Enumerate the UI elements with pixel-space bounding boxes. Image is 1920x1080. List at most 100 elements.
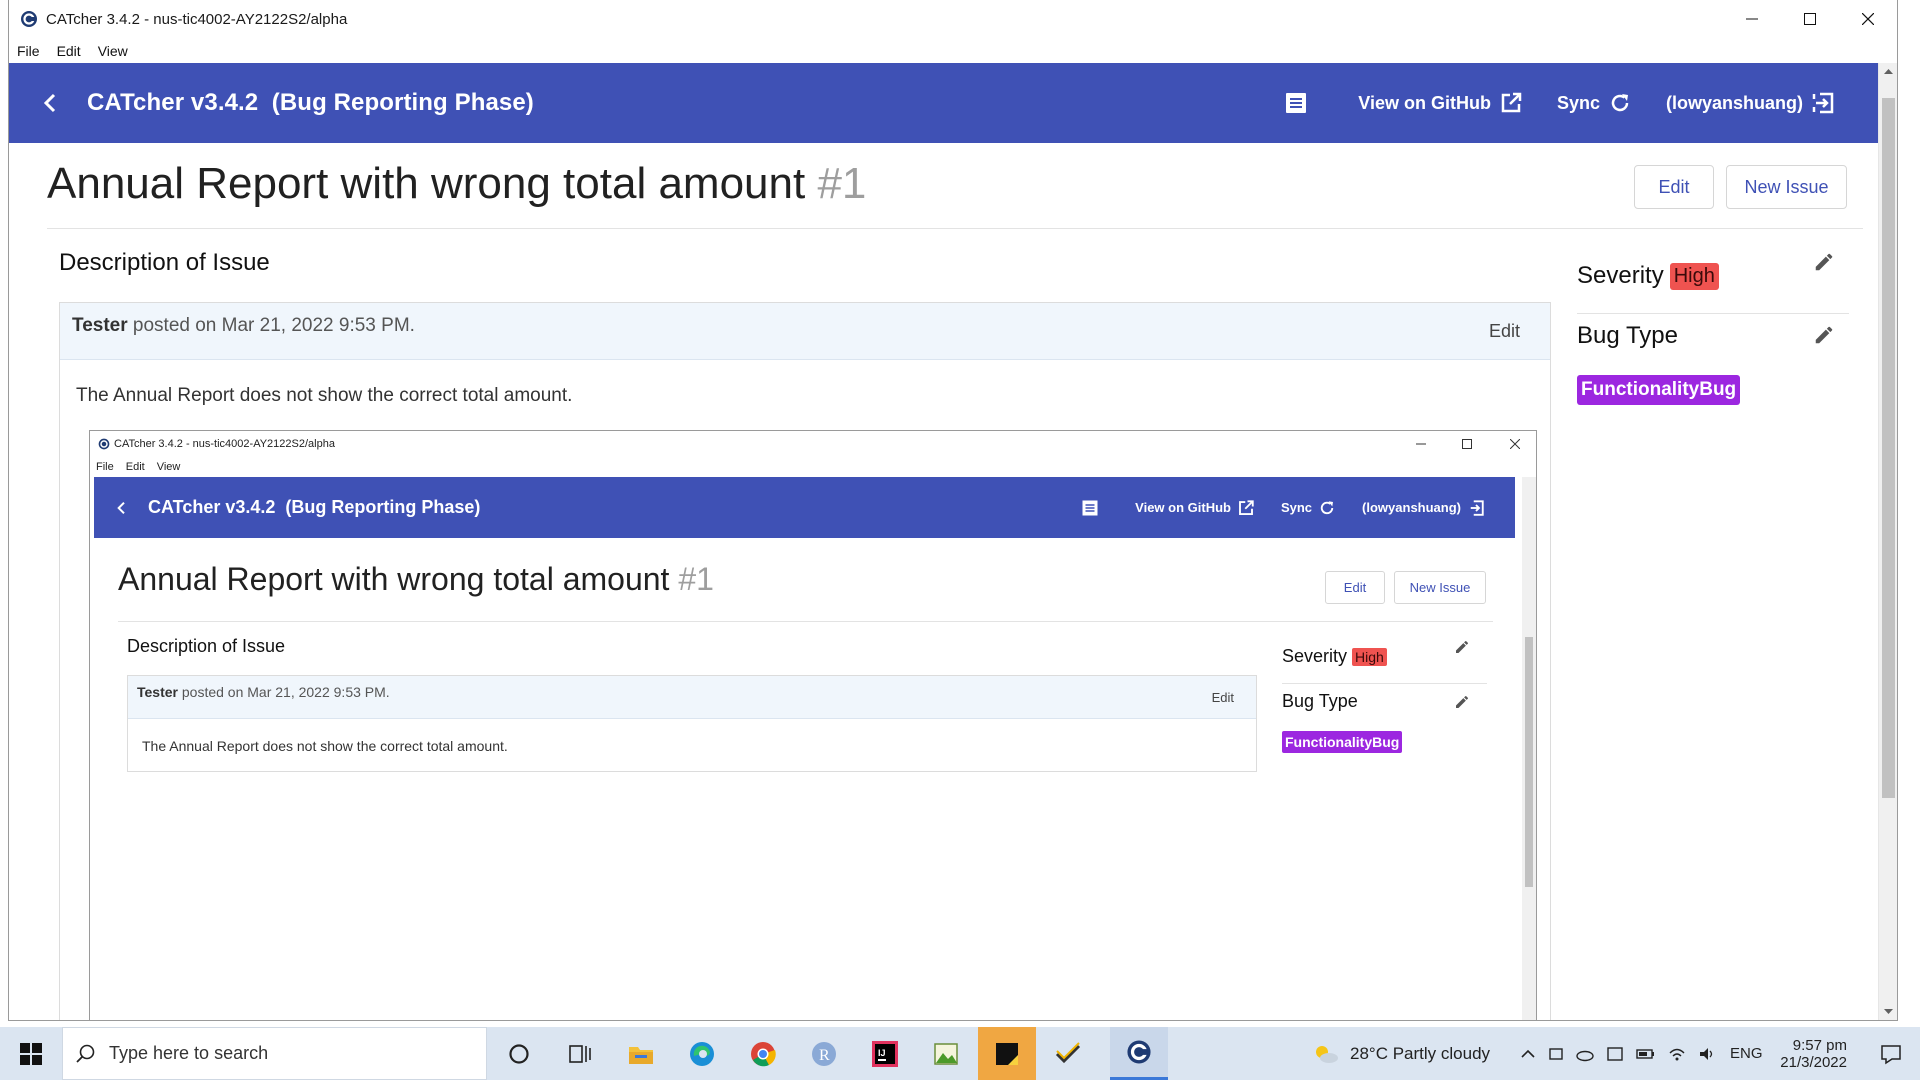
comment-author: Tester bbox=[72, 315, 128, 336]
back-arrow-icon[interactable] bbox=[39, 91, 63, 115]
taskbar-search-box[interactable]: Type here to search bbox=[62, 1027, 487, 1080]
screenshot-edit-button: Edit bbox=[1325, 571, 1385, 604]
sticky-note-icon bbox=[996, 1042, 1018, 1065]
r-circle-icon: R bbox=[812, 1041, 836, 1066]
comment-posted: posted on Mar 21, 2022 9:53 PM. bbox=[132, 315, 415, 336]
edge-button[interactable] bbox=[673, 1027, 731, 1080]
screenshot-scrollbar-thumb bbox=[1525, 637, 1533, 887]
main-scrollbar[interactable] bbox=[1878, 63, 1897, 1020]
edit-bug-type-pencil-icon[interactable] bbox=[1813, 324, 1835, 346]
edit-comment-button[interactable]: Edit bbox=[1489, 321, 1520, 342]
minimize-icon bbox=[1746, 18, 1758, 20]
close-button[interactable] bbox=[1839, 0, 1897, 38]
clock-time: 9:57 pm bbox=[1792, 1036, 1847, 1054]
task-view-button[interactable] bbox=[551, 1027, 609, 1080]
screenshot-comment-edit: Edit bbox=[1211, 690, 1234, 705]
onedrive-cloud-icon[interactable] bbox=[1576, 1046, 1594, 1062]
exit-icon bbox=[1470, 499, 1484, 516]
intellij-button[interactable]: IJ bbox=[856, 1027, 914, 1080]
catcher-taskbar-button[interactable] bbox=[1110, 1027, 1168, 1080]
issue-title: Annual Report with wrong total amount #1 bbox=[47, 159, 866, 209]
pencil-icon bbox=[1456, 695, 1469, 708]
screenshot-issue-title-text: Annual Report with wrong total amount bbox=[118, 561, 670, 597]
security-icon[interactable] bbox=[1606, 1046, 1624, 1062]
catcher-window: CATcher 3.4.2 - nus-tic4002-AY2122S2/alp… bbox=[8, 0, 1898, 1021]
notification-icon bbox=[1881, 1044, 1901, 1064]
description-heading: Description of Issue bbox=[59, 249, 270, 276]
screenshot-sync: Sync bbox=[1281, 499, 1336, 517]
maximize-icon bbox=[1804, 13, 1816, 25]
screenshot-bug-type-label: Bug Type bbox=[1282, 691, 1358, 711]
severity-row: Severity High bbox=[1577, 262, 1719, 290]
open-in-new-icon bbox=[1501, 92, 1522, 113]
new-issue-button[interactable]: New Issue bbox=[1726, 165, 1847, 209]
maximize-button[interactable] bbox=[1781, 0, 1839, 38]
edit-severity-pencil-icon[interactable] bbox=[1813, 251, 1835, 273]
sticky-notes-button[interactable] bbox=[978, 1027, 1036, 1080]
screenshot-comment-meta: Tester posted on Mar 21, 2022 9:53 PM. bbox=[137, 684, 390, 700]
cortana-button[interactable] bbox=[490, 1027, 548, 1080]
weather-widget[interactable]: 28°C Partly cloudy bbox=[1312, 1027, 1490, 1080]
title-divider bbox=[47, 228, 1863, 229]
battery-icon[interactable] bbox=[1636, 1046, 1656, 1062]
screenshot-view-github: View on GitHub bbox=[1135, 499, 1255, 517]
screenshot-list-icon-wrap bbox=[1075, 499, 1099, 517]
start-button[interactable] bbox=[2, 1027, 60, 1080]
file-explorer-button[interactable] bbox=[612, 1027, 670, 1080]
exit-icon bbox=[1812, 92, 1834, 114]
speaker-icon[interactable] bbox=[1698, 1046, 1716, 1062]
close-icon bbox=[1510, 439, 1520, 449]
menu-edit[interactable]: Edit bbox=[57, 43, 81, 59]
catcher-app-icon bbox=[1127, 1040, 1151, 1064]
intellij-icon: IJ bbox=[872, 1040, 898, 1067]
system-tray-icons: ENG bbox=[1520, 1027, 1763, 1080]
meet-now-icon[interactable] bbox=[1548, 1046, 1564, 1062]
scroll-up-icon[interactable] bbox=[1879, 65, 1898, 79]
screenshot-menubar: File Edit View bbox=[96, 457, 192, 477]
menu-view[interactable]: View bbox=[98, 43, 128, 59]
todo-button[interactable] bbox=[1039, 1027, 1097, 1080]
screenshot-severity-chip: High bbox=[1352, 648, 1387, 666]
logout-button[interactable]: (lowyanshuang) bbox=[1666, 91, 1835, 115]
issue-title-text: Annual Report with wrong total amount bbox=[47, 159, 806, 208]
chrome-icon bbox=[751, 1041, 776, 1066]
clock[interactable]: 9:57 pm 21/3/2022 bbox=[1772, 1027, 1847, 1080]
menu-bar: File Edit View bbox=[9, 38, 1897, 63]
notification-button[interactable] bbox=[1862, 1027, 1920, 1080]
partly-cloudy-icon bbox=[1316, 1045, 1338, 1063]
clock-date: 21/3/2022 bbox=[1780, 1053, 1847, 1071]
r-app-button[interactable]: R bbox=[795, 1027, 853, 1080]
refresh-icon bbox=[1611, 94, 1629, 112]
cortana-circle-icon bbox=[509, 1043, 529, 1064]
screenshot-description-heading: Description of Issue bbox=[127, 636, 286, 656]
screenshot-scrollbar bbox=[1522, 477, 1536, 1020]
window-titlebar[interactable]: CATcher 3.4.2 - nus-tic4002-AY2122S2/alp… bbox=[9, 0, 1897, 38]
minimize-button[interactable] bbox=[1723, 0, 1781, 38]
scroll-down-icon[interactable] bbox=[1879, 1004, 1898, 1018]
scrollbar-thumb[interactable] bbox=[1882, 98, 1895, 798]
pencil-icon bbox=[1456, 640, 1469, 653]
chrome-button[interactable] bbox=[734, 1027, 792, 1080]
screenshot-comment-posted: posted on Mar 21, 2022 9:53 PM. bbox=[181, 684, 390, 700]
screenshot-bug-type-chip: FunctionalityBug bbox=[1282, 731, 1403, 753]
screenshot-sync-label: Sync bbox=[1280, 500, 1313, 515]
sync-button[interactable]: Sync bbox=[1557, 91, 1632, 115]
app-toolbar: CATcher v3.4.2 (Bug Reporting Phase) Vie… bbox=[9, 63, 1879, 143]
task-view-icon bbox=[569, 1044, 591, 1063]
menu-file[interactable]: File bbox=[17, 43, 40, 59]
chevron-up-icon[interactable] bbox=[1520, 1046, 1536, 1062]
issue-number: #1 bbox=[817, 159, 867, 208]
language-indicator[interactable]: ENG bbox=[1730, 1045, 1763, 1062]
view-on-github-button[interactable]: View on GitHub bbox=[1358, 91, 1523, 115]
sync-label: Sync bbox=[1556, 92, 1600, 113]
photos-button[interactable] bbox=[917, 1027, 975, 1080]
wifi-icon[interactable] bbox=[1668, 1046, 1686, 1062]
screenshot-issue-number: #1 bbox=[678, 561, 714, 597]
edit-issue-button[interactable]: Edit bbox=[1634, 165, 1714, 209]
screenshot-menu-view: View bbox=[156, 461, 181, 473]
document-list-icon bbox=[1082, 500, 1098, 515]
edge-icon bbox=[690, 1041, 714, 1066]
view-list-button[interactable] bbox=[1276, 91, 1308, 115]
screenshot-comment-text: The Annual Report does not show the corr… bbox=[142, 738, 508, 754]
screenshot-user: (lowyanshuang) bbox=[1362, 499, 1485, 517]
